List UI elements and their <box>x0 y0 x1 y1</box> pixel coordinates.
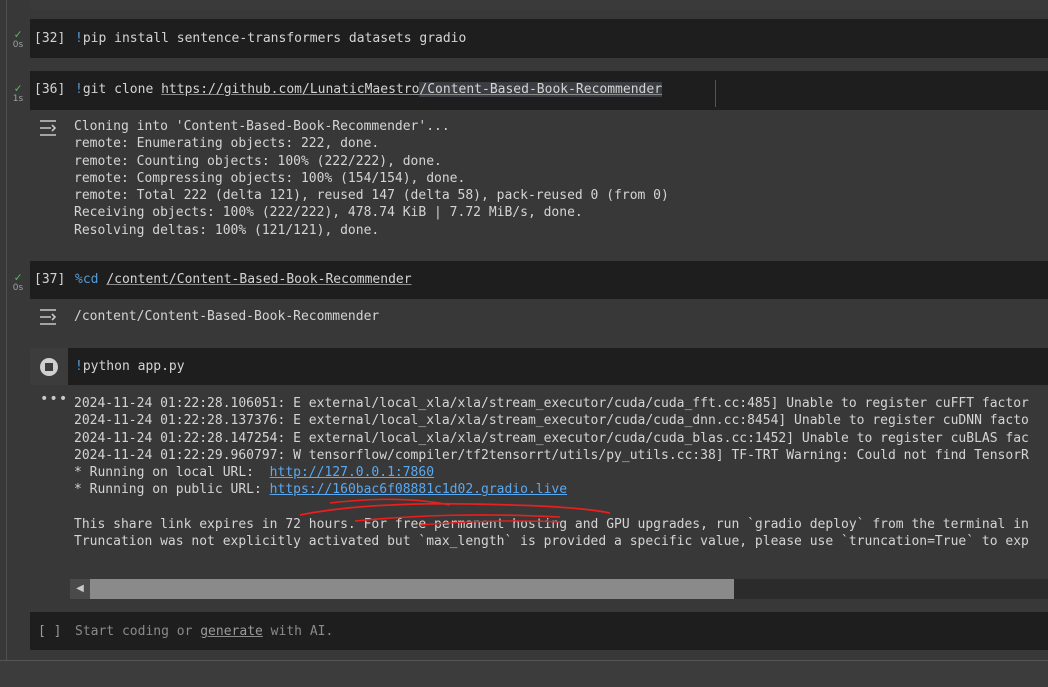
output-line: 2024-11-24 01:22:28.106051: E external/l… <box>74 396 1029 411</box>
url-link[interactable]: http://127.0.0.1:7860 <box>270 465 434 480</box>
cell-exec-time: 0s <box>12 283 24 293</box>
magic-command: %cd <box>75 272 99 287</box>
cell-status-c36: ✓ 1s <box>8 82 28 104</box>
code-line[interactable]: !pip install sentence-transformers datas… <box>75 31 466 46</box>
shell-bang: ! <box>75 31 83 46</box>
scroll-left-icon[interactable]: ◀ <box>70 579 90 599</box>
notebook: ✓ 0s [32] !pip install sentence-transfor… <box>0 0 1048 660</box>
code-line[interactable]: !python app.py <box>75 359 185 374</box>
output-line: remote: Compressing objects: 100% (154/1… <box>74 170 466 186</box>
cell-gutter-rule <box>6 0 7 660</box>
check-icon: ✓ <box>14 81 22 95</box>
code-text: git clone <box>82 82 162 97</box>
output-toggle-icon[interactable] <box>38 118 60 138</box>
horizontal-scrollbar[interactable]: ◀ <box>70 579 1048 599</box>
output-line: Truncation was not explicitly activated … <box>74 534 1029 550</box>
bottom-status-bar <box>0 660 1048 687</box>
output-area-c37: /content/Content-Based-Book-Recommender <box>30 299 1048 336</box>
code-text: pip install sentence-transformers datase… <box>82 31 467 46</box>
code-cell-c37[interactable]: [37] %cd /content/Content-Based-Book-Rec… <box>30 261 1048 299</box>
output-area-c36: Cloning into 'Content-Based-Book-Recomme… <box>30 110 1048 250</box>
output-text: Cloning into 'Content-Based-Book-Recomme… <box>74 118 669 239</box>
generate-link[interactable]: generate <box>200 624 263 639</box>
output-line: Cloning into 'Content-Based-Book-Recomme… <box>74 119 450 134</box>
cell-exec-time: 1s <box>12 94 24 104</box>
output-line: remote: Enumerating objects: 222, done. <box>74 136 380 152</box>
output-line: 2024-11-24 01:22:28.137376: E external/l… <box>74 413 1029 429</box>
output-line: Receiving objects: 100% (222/222), 478.7… <box>74 205 583 221</box>
code-cell-c32[interactable]: [32] !pip install sentence-transformers … <box>30 19 1048 58</box>
check-icon: ✓ <box>14 270 22 284</box>
repo-url-selection[interactable]: /Content-Based-Book-Recommender <box>419 82 663 97</box>
output-line: /content/Content-Based-Book-Recommender <box>74 309 380 324</box>
code-line[interactable]: !git clone https://github.com/LunaticMae… <box>75 82 663 97</box>
local-url-line: * Running on local URL: http://127.0.0.1… <box>74 464 1029 481</box>
shell-bang: ! <box>75 82 83 97</box>
placeholder-text: Start coding or <box>75 624 201 639</box>
execution-count: [32] <box>34 31 66 46</box>
scrollbar-thumb[interactable] <box>90 579 734 599</box>
code-text: python app.py <box>82 359 185 374</box>
output-line: remote: Counting objects: 100% (222/222)… <box>74 153 442 169</box>
cursor-rule <box>715 80 716 107</box>
code-line[interactable]: %cd /content/Content-Based-Book-Recommen… <box>75 272 412 287</box>
code-cell-running[interactable]: !python app.py <box>30 348 1048 385</box>
output-line: remote: Total 222 (delta 121), reused 14… <box>74 188 669 204</box>
execution-count: [36] <box>34 82 66 97</box>
stop-button[interactable] <box>30 348 68 385</box>
url-prefix: * Running on local URL: <box>74 465 270 481</box>
output-area-running: ••• 2024-11-24 01:22:28.106051: E extern… <box>30 385 1048 602</box>
more-icon[interactable]: ••• <box>40 391 68 407</box>
cd-path[interactable]: /content/Content-Based-Book-Recommender <box>106 272 411 287</box>
execution-count: [37] <box>34 272 66 287</box>
output-line: 2024-11-24 01:22:29.960797: W tensorflow… <box>74 447 1029 463</box>
output-text: /content/Content-Based-Book-Recommender <box>74 308 379 325</box>
output-toggle-icon[interactable] <box>38 307 60 327</box>
url-prefix: * Running on public URL: <box>74 482 270 498</box>
code-cell-c36[interactable]: [36] !git clone https://github.com/Lunat… <box>30 71 1048 110</box>
cell-status-c32: ✓ 0s <box>8 28 28 50</box>
check-icon: ✓ <box>14 27 22 41</box>
previous-cell-edge <box>30 0 1048 10</box>
empty-execution-count: [ ] <box>38 624 62 639</box>
shell-bang: ! <box>75 359 83 374</box>
placeholder-suffix: with AI. <box>262 624 334 639</box>
stop-icon <box>40 358 58 376</box>
empty-code-cell[interactable]: [ ] Start coding or generate with AI. <box>30 612 1048 650</box>
output-line: 2024-11-24 01:22:28.147254: E external/l… <box>74 430 1029 446</box>
cell-exec-time: 0s <box>12 40 24 50</box>
output-line: Resolving deltas: 100% (121/121), done. <box>74 222 380 238</box>
repo-url-head[interactable]: https://github.com/LunaticMaestro <box>161 82 419 97</box>
cell-status-c37: ✓ 0s <box>8 271 28 293</box>
annotation-scribble <box>299 498 611 526</box>
placeholder-line[interactable]: Start coding or generate with AI. <box>75 624 333 639</box>
